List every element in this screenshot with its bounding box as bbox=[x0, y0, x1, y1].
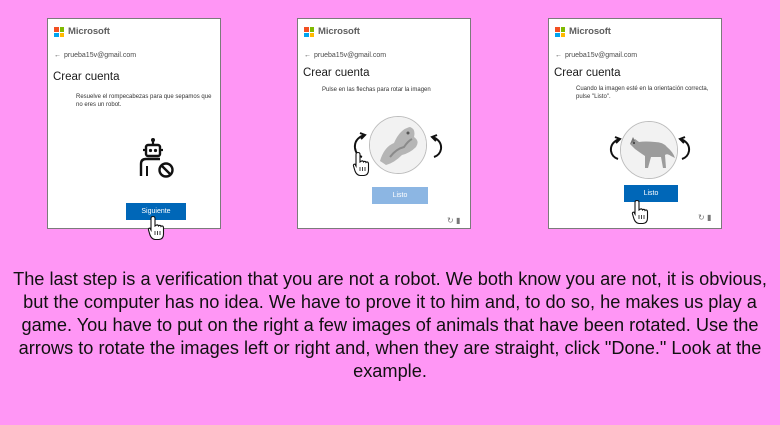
rotate-right-icon[interactable] bbox=[429, 134, 445, 160]
microsoft-logo bbox=[304, 27, 314, 37]
animal-photo bbox=[370, 117, 426, 173]
robot-icon bbox=[139, 138, 174, 178]
page-title: Crear cuenta bbox=[303, 67, 370, 79]
refresh-icon[interactable]: ↻ bbox=[698, 213, 705, 222]
page-title: Crear cuenta bbox=[554, 67, 621, 79]
hand-pointer-icon bbox=[631, 199, 649, 225]
done-button[interactable]: Listo bbox=[372, 187, 428, 204]
microsoft-logo bbox=[555, 27, 565, 37]
account-email: prueba15v@gmail.com bbox=[64, 52, 137, 59]
brand-name: Microsoft bbox=[318, 26, 360, 37]
footer-icons: ↻ ▮ bbox=[447, 216, 460, 225]
account-email: prueba15v@gmail.com bbox=[565, 52, 638, 59]
hand-pointer-icon bbox=[352, 151, 370, 177]
footer-icons: ↻ ▮ bbox=[698, 213, 711, 222]
page-title: Crear cuenta bbox=[53, 71, 120, 83]
instruction-text: Resuelve el rompecabezas para que sepamo… bbox=[76, 94, 212, 108]
account-row[interactable]: ← prueba15v@gmail.com bbox=[555, 52, 637, 59]
signup-step-rotate-puzzle: Microsoft ← prueba15v@gmail.com Crear cue… bbox=[297, 18, 471, 229]
hand-pointer-icon bbox=[147, 215, 165, 241]
instruction-text: Cuando la imagen esté en la orientación … bbox=[576, 86, 709, 100]
account-row[interactable]: ← prueba15v@gmail.com bbox=[54, 52, 136, 59]
arrow-left-icon[interactable]: ← bbox=[54, 52, 61, 59]
refresh-icon[interactable]: ↻ bbox=[447, 216, 454, 225]
audio-icon[interactable]: ▮ bbox=[456, 216, 460, 225]
signup-step-robot-intro: Microsoft ← prueba15v@gmail.com Crear cue… bbox=[47, 18, 221, 241]
account-row[interactable]: ← prueba15v@gmail.com bbox=[304, 52, 386, 59]
instruction-caption: The last step is a verification that you… bbox=[13, 269, 767, 381]
instruction-text: Pulse en las flechas para rotar la image… bbox=[322, 87, 431, 93]
arrow-left-icon[interactable]: ← bbox=[304, 52, 311, 59]
audio-icon[interactable]: ▮ bbox=[707, 213, 711, 222]
rotated-animal-image bbox=[369, 116, 427, 174]
rotate-right-icon[interactable] bbox=[677, 136, 693, 162]
brand-name: Microsoft bbox=[569, 26, 611, 37]
arrow-left-icon[interactable]: ← bbox=[555, 52, 562, 59]
rotated-animal-image bbox=[620, 121, 678, 179]
animal-photo bbox=[621, 122, 677, 178]
account-email: prueba15v@gmail.com bbox=[314, 52, 387, 59]
signup-step-rotate-solved: Microsoft ← prueba15v@gmail.com Crear cue… bbox=[548, 18, 722, 229]
brand-name: Microsoft bbox=[68, 26, 110, 37]
microsoft-logo bbox=[54, 27, 64, 37]
